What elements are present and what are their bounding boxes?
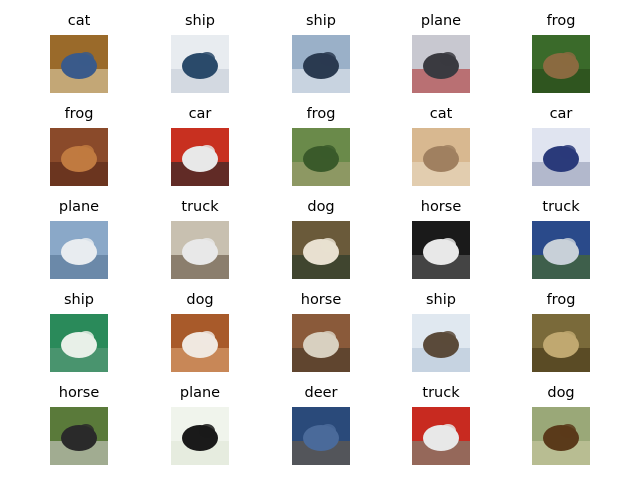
grid-cell: dog [511, 384, 611, 465]
car-thumbnail [532, 128, 590, 186]
grid-cell: dog [150, 291, 250, 372]
grid-cell: frog [511, 12, 611, 93]
image-label: dog [547, 385, 575, 401]
grid-cell: car [511, 105, 611, 186]
ship-thumbnail [412, 314, 470, 372]
image-label: car [549, 106, 573, 122]
image-label: ship [426, 292, 456, 308]
grid-cell: plane [29, 198, 129, 279]
image-label: truck [181, 199, 219, 215]
image-label: ship [64, 292, 94, 308]
image-label: frog [546, 292, 576, 308]
ship-thumbnail [292, 35, 350, 93]
frog-thumbnail [532, 314, 590, 372]
plane-thumbnail [171, 407, 229, 465]
plane-thumbnail [50, 221, 108, 279]
image-label: cat [67, 13, 91, 29]
grid-cell: deer [271, 384, 371, 465]
grid-cell: car [150, 105, 250, 186]
image-label: ship [185, 13, 215, 29]
dog-thumbnail [171, 314, 229, 372]
image-label: dog [186, 292, 214, 308]
grid-cell: truck [150, 198, 250, 279]
grid-cell: ship [391, 291, 491, 372]
cat-thumbnail [50, 35, 108, 93]
grid-cell: plane [150, 384, 250, 465]
grid-cell: frog [29, 105, 129, 186]
horse-thumbnail [412, 221, 470, 279]
deer-thumbnail [292, 407, 350, 465]
image-label: plane [420, 13, 462, 29]
grid-cell: frog [271, 105, 371, 186]
horse-thumbnail [292, 314, 350, 372]
frog-thumbnail [532, 35, 590, 93]
grid-cell: horse [29, 384, 129, 465]
truck-thumbnail [171, 221, 229, 279]
image-label: truck [422, 385, 460, 401]
image-label: frog [64, 106, 94, 122]
grid-cell: plane [391, 12, 491, 93]
image-label: frog [546, 13, 576, 29]
grid-cell: dog [271, 198, 371, 279]
image-label: horse [420, 199, 462, 215]
image-label: horse [300, 292, 342, 308]
image-grid: cat ship ship plane frog frog car frog cat car pla… [0, 0, 640, 480]
dog-thumbnail [532, 407, 590, 465]
image-label: truck [542, 199, 580, 215]
image-label: ship [306, 13, 336, 29]
grid-cell: horse [271, 291, 371, 372]
grid-cell: truck [391, 384, 491, 465]
image-label: plane [179, 385, 221, 401]
horse-thumbnail [50, 407, 108, 465]
grid-cell: cat [391, 105, 491, 186]
image-label: dog [307, 199, 335, 215]
grid-cell: horse [391, 198, 491, 279]
ship-thumbnail [171, 35, 229, 93]
truck-thumbnail [412, 407, 470, 465]
image-label: deer [304, 385, 338, 401]
cat-thumbnail [412, 128, 470, 186]
plane-thumbnail [412, 35, 470, 93]
grid-cell: frog [511, 291, 611, 372]
grid-cell: truck [511, 198, 611, 279]
ship-thumbnail [50, 314, 108, 372]
image-label: horse [58, 385, 100, 401]
frog-thumbnail [50, 128, 108, 186]
image-label: car [188, 106, 212, 122]
grid-cell: ship [271, 12, 371, 93]
grid-cell: ship [29, 291, 129, 372]
image-label: frog [306, 106, 336, 122]
image-label: cat [429, 106, 453, 122]
image-label: plane [58, 199, 100, 215]
dog-thumbnail [292, 221, 350, 279]
truck-thumbnail [532, 221, 590, 279]
frog-thumbnail [292, 128, 350, 186]
grid-cell: ship [150, 12, 250, 93]
car-thumbnail [171, 128, 229, 186]
grid-cell: cat [29, 12, 129, 93]
